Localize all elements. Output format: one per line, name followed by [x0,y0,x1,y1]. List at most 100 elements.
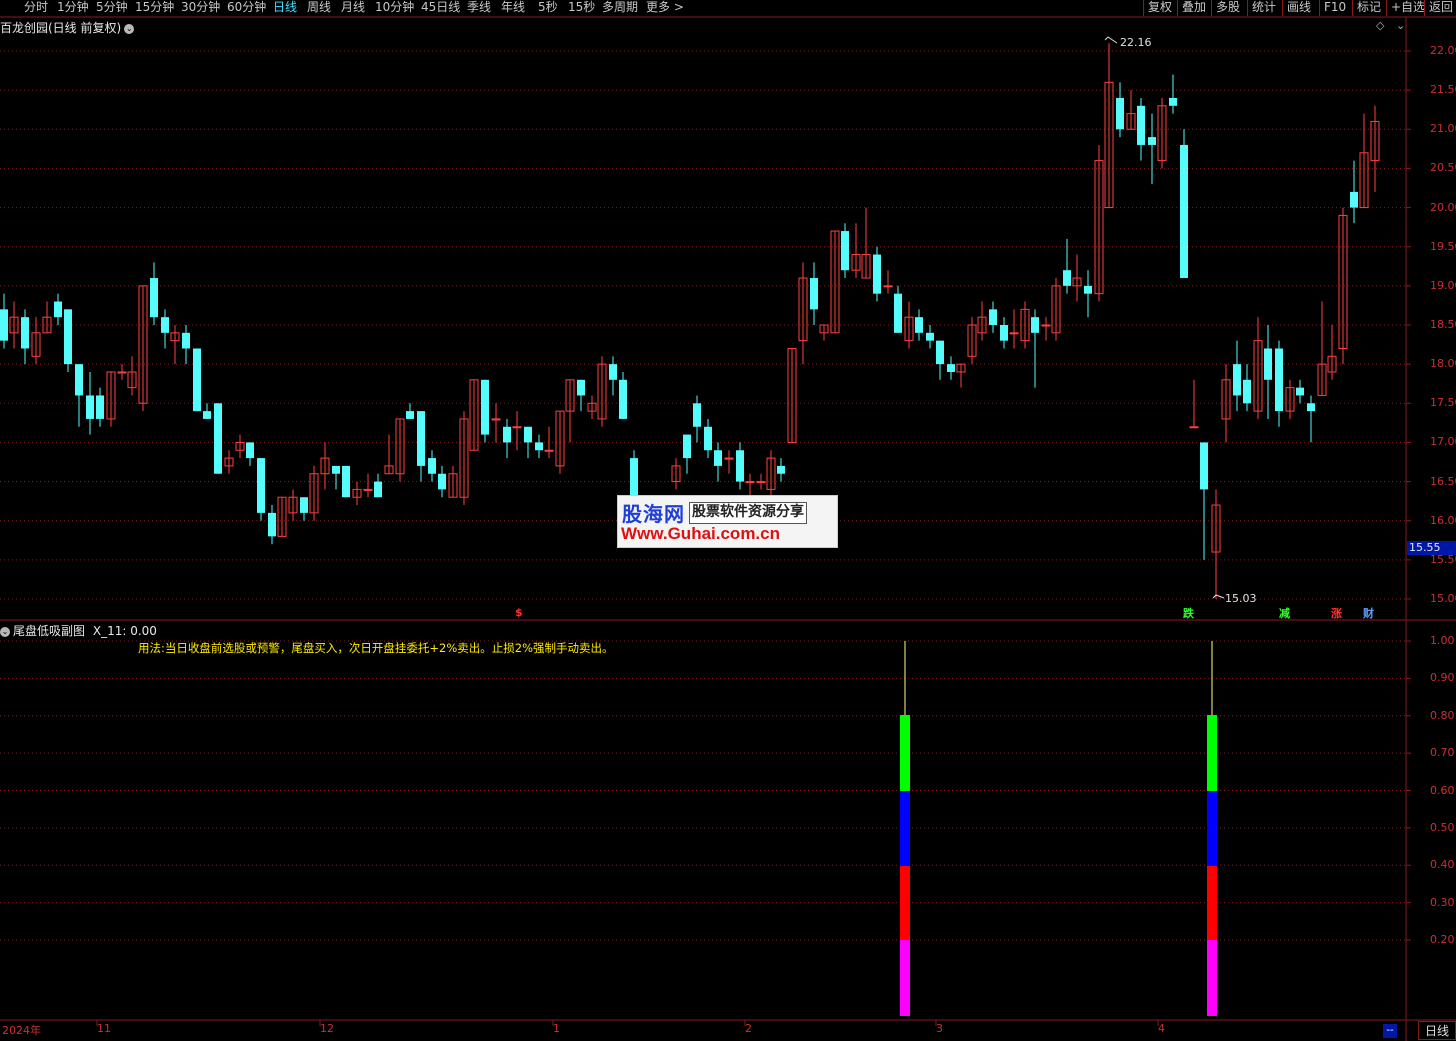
sub-axis-label: 0.50 [1430,820,1455,834]
low-price-label: 15.03 [1225,592,1257,605]
low-pointer [1212,594,1225,599]
candle-body [512,426,522,429]
candle-body [203,411,211,419]
candle-body [481,379,489,435]
price-axis-label: 15.00 [1430,592,1456,605]
candle-body [619,379,627,419]
sub-axis-label: 0.90 [1430,671,1455,685]
usage-note: 用法:当日收盘前选股或预警，尾盘买入，次日开盘挂委托+2%卖出。止损2%强制手动… [138,641,614,655]
candle-body [693,403,701,427]
candle-body [438,473,446,490]
candle-body [428,458,436,474]
date-label-feb: 2 [745,1022,752,1035]
candle-body [54,301,62,318]
candle-body [989,309,997,325]
current-price-tag: 15.55 [1407,541,1456,555]
candle-body [1233,364,1241,396]
candle-body [300,497,308,513]
candle-body [117,371,127,374]
candle-body [745,481,755,484]
candle-body [1307,403,1315,412]
marker-dollar[interactable]: $ [515,606,523,619]
chevron-down-icon[interactable]: ⌄ [0,626,10,637]
candle-body [1000,325,1008,341]
price-axis-label: 20.50 [1430,161,1456,175]
candle-body [332,465,340,474]
candle-body [1350,191,1358,208]
price-axis-label: 19.00 [1430,278,1456,292]
sub-axis-label: 0.70 [1430,746,1455,760]
candle-body [268,512,276,537]
candle-body [894,293,902,333]
candle-body [630,458,638,498]
price-axis-label: 17.00 [1430,435,1456,449]
signal-bar-segment [1207,791,1217,866]
price-axis-label: 16.00 [1430,513,1456,527]
candle-body [1275,348,1283,412]
candle-body [947,364,955,372]
collapse-diamond-icon[interactable]: ◇ [1376,19,1384,32]
signal-bar-segment [900,715,910,791]
candle-body [161,317,169,333]
candle-body [577,379,585,396]
candle-body [406,411,414,419]
chevron-down-icon[interactable]: ⌄ [124,23,135,34]
candle-body [810,278,818,310]
price-axis-label: 17.50 [1430,396,1456,410]
date-label-nov: 11 [97,1022,111,1035]
date-label-apr: 4 [1158,1022,1165,1035]
sub-axis-label: 0.40 [1430,858,1455,872]
candle-body [193,348,201,412]
date-label-jan: 1 [553,1022,560,1035]
marker-rise[interactable]: 涨 [1331,605,1342,621]
watermark-logo: 股海网 [622,504,685,526]
candle-body [714,450,722,466]
sub-axis-label: 0.60 [1430,783,1455,797]
candle-body [1264,348,1272,380]
date-label-dec: 12 [320,1022,334,1035]
candle-body [1169,97,1177,106]
signal-bar-segment [900,791,910,866]
sub-axis-label: 1.00 [1430,634,1455,647]
collapse-chevron-icon[interactable]: ⌄ [1396,19,1405,32]
candle-body [1296,387,1304,396]
candle-body [873,254,881,294]
scroll-dash-button[interactable]: -- [1383,1024,1397,1038]
sub-axis-label: 0.80 [1430,708,1455,722]
candle-body [683,434,691,459]
candle-body [363,488,373,491]
candle-body [1009,332,1019,335]
candle-body [544,449,554,452]
price-axis-label: 18.50 [1430,318,1456,331]
candle-body [64,309,72,365]
watermark-tagline: 股票软件资源分享 [689,502,807,524]
watermark-banner: 股海网 股票软件资源分享 Www.Guhai.com.cn [617,495,838,548]
candle-body [503,426,511,443]
marker-reduce[interactable]: 减 [1279,605,1290,621]
marker-fall[interactable]: 跌 [1183,605,1194,621]
candle-body [96,395,104,419]
period-select-button[interactable]: 日线 [1418,1021,1456,1040]
candle-body [374,481,382,498]
candle-body [214,403,222,474]
price-axis-label: 18.00 [1430,357,1456,371]
candle-body [491,418,501,421]
candle-body [524,426,532,443]
candle-body [86,395,94,419]
price-axis-label: 22.00 [1430,44,1456,57]
candle-body [417,411,425,466]
candle-body [926,332,934,341]
candle-body [182,332,190,349]
candle-body [257,458,265,513]
candle-body [841,231,849,271]
candle-body [736,450,744,482]
candle-body [777,465,785,474]
candle-body [756,481,766,484]
candle-body [1084,285,1092,294]
sub-chart-title: 尾盘低吸副图 [13,624,86,638]
main-chart-title: 百龙创园(日线 前复权) [0,21,122,35]
high-price-label: 22.16 [1120,36,1152,49]
date-label-2024: 2024年 [2,1024,41,1037]
marker-finance[interactable]: 财 [1363,605,1374,621]
signal-bar-segment [1207,940,1217,1016]
